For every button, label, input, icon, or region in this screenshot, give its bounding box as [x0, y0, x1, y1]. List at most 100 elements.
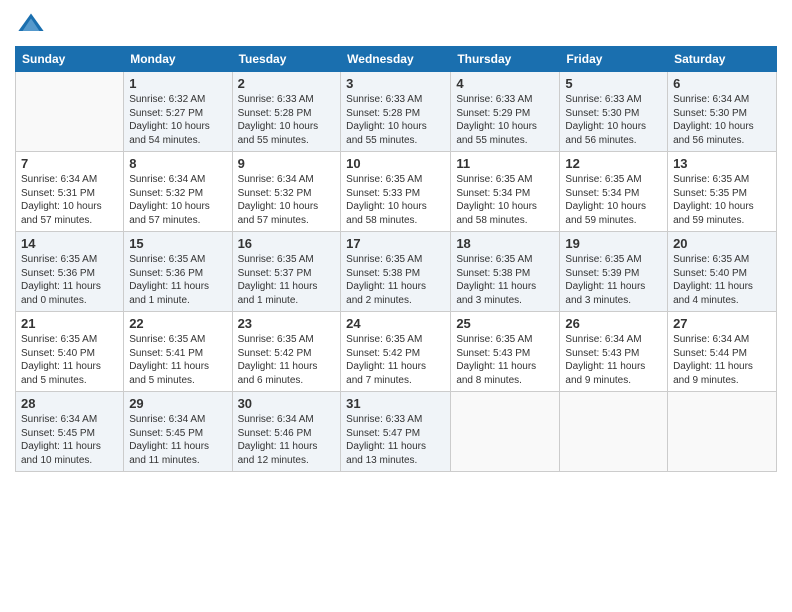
day-info: Sunrise: 6:34 AM Sunset: 5:32 PM Dayligh…	[129, 173, 226, 227]
calendar-cell: 22 Sunrise: 6:35 AM Sunset: 5:41 PM Dayli…	[124, 312, 232, 392]
calendar-week-1: 1 Sunrise: 6:32 AM Sunset: 5:27 PM Daylig…	[16, 72, 777, 152]
header	[15, 10, 777, 38]
day-info: Sunrise: 6:34 AM Sunset: 5:44 PM Dayligh…	[673, 333, 771, 387]
day-info: Sunrise: 6:34 AM Sunset: 5:45 PM Dayligh…	[21, 413, 118, 467]
day-number: 13	[673, 156, 771, 171]
calendar-cell: 15 Sunrise: 6:35 AM Sunset: 5:36 PM Dayli…	[124, 232, 232, 312]
calendar-header-thursday: Thursday	[451, 47, 560, 72]
logo-icon	[17, 10, 45, 38]
calendar-header-row: SundayMondayTuesdayWednesdayThursdayFrid…	[16, 47, 777, 72]
day-number: 2	[238, 76, 336, 91]
day-info: Sunrise: 6:35 AM Sunset: 5:42 PM Dayligh…	[238, 333, 336, 387]
calendar-header-wednesday: Wednesday	[341, 47, 451, 72]
calendar-cell: 20 Sunrise: 6:35 AM Sunset: 5:40 PM Dayli…	[668, 232, 777, 312]
calendar-cell: 8 Sunrise: 6:34 AM Sunset: 5:32 PM Daylig…	[124, 152, 232, 232]
calendar-cell: 13 Sunrise: 6:35 AM Sunset: 5:35 PM Dayli…	[668, 152, 777, 232]
day-info: Sunrise: 6:34 AM Sunset: 5:30 PM Dayligh…	[673, 93, 771, 147]
day-number: 20	[673, 236, 771, 251]
day-info: Sunrise: 6:35 AM Sunset: 5:37 PM Dayligh…	[238, 253, 336, 307]
day-number: 8	[129, 156, 226, 171]
day-info: Sunrise: 6:33 AM Sunset: 5:28 PM Dayligh…	[346, 93, 445, 147]
day-number: 25	[456, 316, 554, 331]
page: SundayMondayTuesdayWednesdayThursdayFrid…	[0, 0, 792, 482]
day-number: 26	[565, 316, 662, 331]
day-info: Sunrise: 6:35 AM Sunset: 5:36 PM Dayligh…	[21, 253, 118, 307]
day-info: Sunrise: 6:35 AM Sunset: 5:43 PM Dayligh…	[456, 333, 554, 387]
day-number: 18	[456, 236, 554, 251]
calendar-cell: 4Sunrise: 6:33 AM Sunset: 5:29 PM Daylig…	[451, 72, 560, 152]
calendar-cell: 21 Sunrise: 6:35 AM Sunset: 5:40 PM Dayli…	[16, 312, 124, 392]
day-number: 10	[346, 156, 445, 171]
day-info: Sunrise: 6:35 AM Sunset: 5:35 PM Dayligh…	[673, 173, 771, 227]
calendar-cell: 3 Sunrise: 6:33 AM Sunset: 5:28 PM Daylig…	[341, 72, 451, 152]
day-info: Sunrise: 6:35 AM Sunset: 5:38 PM Dayligh…	[346, 253, 445, 307]
day-info: Sunrise: 6:35 AM Sunset: 5:42 PM Dayligh…	[346, 333, 445, 387]
day-number: 23	[238, 316, 336, 331]
day-info: Sunrise: 6:34 AM Sunset: 5:45 PM Dayligh…	[129, 413, 226, 467]
calendar-cell	[16, 72, 124, 152]
day-info: Sunrise: 6:34 AM Sunset: 5:46 PM Dayligh…	[238, 413, 336, 467]
calendar-cell: 28 Sunrise: 6:34 AM Sunset: 5:45 PM Dayli…	[16, 392, 124, 472]
calendar-header-saturday: Saturday	[668, 47, 777, 72]
calendar-header-sunday: Sunday	[16, 47, 124, 72]
day-info: Sunrise: 6:33 AM Sunset: 5:47 PM Dayligh…	[346, 413, 445, 467]
day-info: Sunrise: 6:35 AM Sunset: 5:39 PM Dayligh…	[565, 253, 662, 307]
day-number: 4	[456, 76, 554, 91]
day-number: 12	[565, 156, 662, 171]
calendar-week-4: 21 Sunrise: 6:35 AM Sunset: 5:40 PM Dayli…	[16, 312, 777, 392]
day-number: 3	[346, 76, 445, 91]
calendar-week-5: 28 Sunrise: 6:34 AM Sunset: 5:45 PM Dayli…	[16, 392, 777, 472]
calendar-cell: 2 Sunrise: 6:33 AM Sunset: 5:28 PM Daylig…	[232, 72, 341, 152]
calendar-header-friday: Friday	[560, 47, 668, 72]
calendar-cell: 27 Sunrise: 6:34 AM Sunset: 5:44 PM Dayli…	[668, 312, 777, 392]
day-number: 27	[673, 316, 771, 331]
day-info: Sunrise: 6:35 AM Sunset: 5:40 PM Dayligh…	[21, 333, 118, 387]
calendar-cell: 18 Sunrise: 6:35 AM Sunset: 5:38 PM Dayli…	[451, 232, 560, 312]
day-info: Sunrise: 6:35 AM Sunset: 5:41 PM Dayligh…	[129, 333, 226, 387]
calendar-cell: 31 Sunrise: 6:33 AM Sunset: 5:47 PM Dayli…	[341, 392, 451, 472]
day-number: 1	[129, 76, 226, 91]
calendar-cell: 24 Sunrise: 6:35 AM Sunset: 5:42 PM Dayli…	[341, 312, 451, 392]
logo	[15, 10, 45, 38]
calendar-week-2: 7 Sunrise: 6:34 AM Sunset: 5:31 PM Daylig…	[16, 152, 777, 232]
day-info: Sunrise: 6:35 AM Sunset: 5:36 PM Dayligh…	[129, 253, 226, 307]
calendar-cell: 26 Sunrise: 6:34 AM Sunset: 5:43 PM Dayli…	[560, 312, 668, 392]
calendar-cell: 10 Sunrise: 6:35 AM Sunset: 5:33 PM Dayli…	[341, 152, 451, 232]
calendar-cell	[560, 392, 668, 472]
day-number: 6	[673, 76, 771, 91]
day-number: 9	[238, 156, 336, 171]
day-number: 17	[346, 236, 445, 251]
calendar-cell: 1 Sunrise: 6:32 AM Sunset: 5:27 PM Daylig…	[124, 72, 232, 152]
calendar-cell: 7 Sunrise: 6:34 AM Sunset: 5:31 PM Daylig…	[16, 152, 124, 232]
calendar-cell: 6 Sunrise: 6:34 AM Sunset: 5:30 PM Daylig…	[668, 72, 777, 152]
day-number: 29	[129, 396, 226, 411]
calendar-cell: 29 Sunrise: 6:34 AM Sunset: 5:45 PM Dayli…	[124, 392, 232, 472]
day-number: 21	[21, 316, 118, 331]
calendar-cell: 11Sunrise: 6:35 AM Sunset: 5:34 PM Dayli…	[451, 152, 560, 232]
calendar-cell: 5Sunrise: 6:33 AM Sunset: 5:30 PM Daylig…	[560, 72, 668, 152]
day-info: Sunrise: 6:34 AM Sunset: 5:31 PM Dayligh…	[21, 173, 118, 227]
day-info: Sunrise: 6:33 AM Sunset: 5:28 PM Dayligh…	[238, 93, 336, 147]
calendar-cell: 9 Sunrise: 6:34 AM Sunset: 5:32 PM Daylig…	[232, 152, 341, 232]
day-number: 16	[238, 236, 336, 251]
day-number: 24	[346, 316, 445, 331]
day-number: 19	[565, 236, 662, 251]
calendar-cell: 30 Sunrise: 6:34 AM Sunset: 5:46 PM Dayli…	[232, 392, 341, 472]
day-info: Sunrise: 6:32 AM Sunset: 5:27 PM Dayligh…	[129, 93, 226, 147]
calendar-cell: 23 Sunrise: 6:35 AM Sunset: 5:42 PM Dayli…	[232, 312, 341, 392]
day-number: 22	[129, 316, 226, 331]
day-number: 15	[129, 236, 226, 251]
day-number: 7	[21, 156, 118, 171]
day-number: 30	[238, 396, 336, 411]
day-info: Sunrise: 6:34 AM Sunset: 5:43 PM Dayligh…	[565, 333, 662, 387]
day-number: 5	[565, 76, 662, 91]
day-info: Sunrise: 6:35 AM Sunset: 5:38 PM Dayligh…	[456, 253, 554, 307]
calendar-cell	[451, 392, 560, 472]
day-number: 28	[21, 396, 118, 411]
day-number: 31	[346, 396, 445, 411]
day-info: Sunrise: 6:34 AM Sunset: 5:32 PM Dayligh…	[238, 173, 336, 227]
calendar-cell: 19 Sunrise: 6:35 AM Sunset: 5:39 PM Dayli…	[560, 232, 668, 312]
day-info: Sunrise: 6:35 AM Sunset: 5:40 PM Dayligh…	[673, 253, 771, 307]
calendar-header-monday: Monday	[124, 47, 232, 72]
day-info: Sunrise: 6:35 AM Sunset: 5:33 PM Dayligh…	[346, 173, 445, 227]
